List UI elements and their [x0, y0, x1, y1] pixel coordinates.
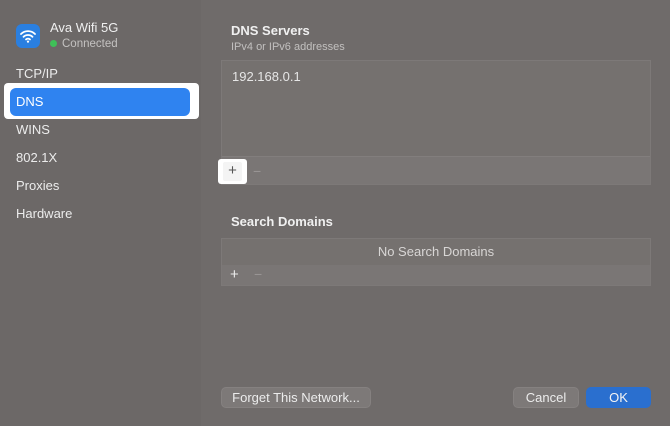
network-status: Connected — [50, 38, 118, 50]
sidebar-item-wins[interactable]: WINS — [10, 116, 190, 144]
remove-dns-server-button[interactable]: − — [253, 162, 261, 180]
search-domains-list[interactable]: No Search Domains + − — [221, 238, 651, 286]
status-dot-icon — [50, 40, 57, 47]
search-domains-toolbar: + − — [222, 265, 650, 285]
wifi-icon — [16, 24, 40, 48]
sidebar-item-dns[interactable]: DNS — [10, 88, 190, 116]
network-status-text: Connected — [62, 38, 118, 50]
dns-servers-toolbar — [222, 156, 650, 184]
dns-servers-subtitle: IPv4 or IPv6 addresses — [231, 41, 345, 53]
sidebar-item-label: Hardware — [16, 206, 73, 221]
sidebar-item-label: Proxies — [16, 178, 60, 193]
sidebar-item-hardware[interactable]: Hardware — [10, 200, 190, 228]
remove-search-domain-button[interactable]: − — [254, 265, 262, 284]
main-pane: DNS Servers IPv4 or IPv6 addresses 192.1… — [201, 0, 670, 426]
dns-servers-list[interactable]: 192.168.0.1 — [221, 60, 651, 185]
sidebar-item-proxies[interactable]: Proxies — [10, 172, 190, 200]
sidebar: Ava Wifi 5G Connected TCP/IP DNS WINS 80… — [0, 0, 201, 426]
dns-servers-title: DNS Servers — [231, 23, 310, 38]
cancel-button[interactable]: Cancel — [513, 387, 579, 408]
network-name: Ava Wifi 5G — [50, 20, 119, 35]
sidebar-item-label: WINS — [16, 122, 50, 137]
dns-server-entry[interactable]: 192.168.0.1 — [232, 69, 301, 84]
sidebar-item-label: DNS — [16, 94, 44, 109]
search-domains-empty: No Search Domains — [377, 244, 495, 259]
sidebar-item-tcpip[interactable]: TCP/IP — [10, 60, 190, 88]
forget-network-button[interactable]: Forget This Network... — [221, 387, 371, 408]
add-dns-server-button[interactable]: + — [223, 162, 242, 181]
ok-button[interactable]: OK — [586, 387, 651, 408]
search-domains-title: Search Domains — [231, 214, 333, 229]
network-settings-dialog: Ava Wifi 5G Connected TCP/IP DNS WINS 80… — [0, 0, 670, 426]
sidebar-item-label: TCP/IP — [16, 66, 58, 81]
network-header: Ava Wifi 5G Connected — [16, 20, 196, 54]
sidebar-item-8021x[interactable]: 802.1X — [10, 144, 190, 172]
sidebar-item-label: 802.1X — [16, 150, 58, 165]
add-search-domain-button[interactable]: + — [230, 265, 239, 284]
